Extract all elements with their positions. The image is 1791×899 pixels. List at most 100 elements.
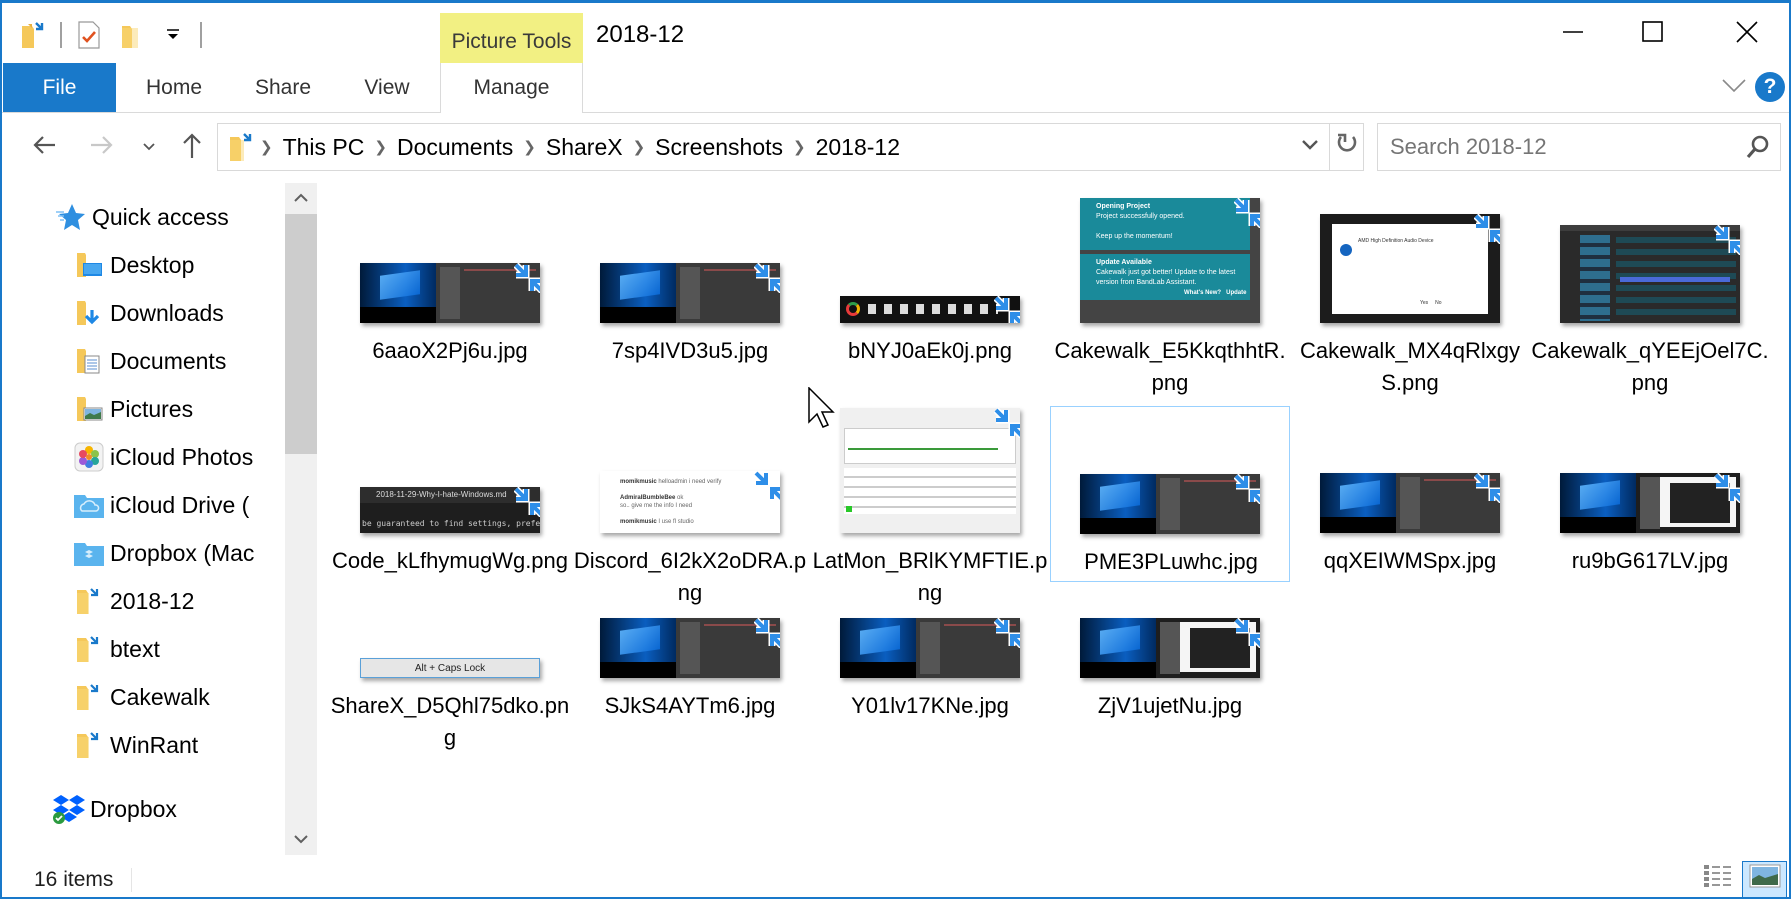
- file-list-large-icons: 6aaoX2Pj6u.jpg 7sp4IVD3u5.jpg bNYJ0aEk0j…: [320, 175, 1791, 855]
- sidebar-item-dropbox[interactable]: Dropbox: [52, 787, 285, 831]
- file-item[interactable]: Cakewalk_qYEEjOel7C.png: [1530, 175, 1770, 405]
- breadcrumb-this-pc[interactable]: This PC: [277, 134, 371, 161]
- file-name: ru9bG617LV.jpg: [1571, 548, 1729, 573]
- help-button[interactable]: ?: [1755, 72, 1785, 102]
- back-button[interactable]: [26, 129, 62, 165]
- thumbnail-image: [840, 296, 1020, 323]
- scrollbar-thumb[interactable]: [285, 214, 317, 454]
- sidebar-item-btext[interactable]: btext: [72, 627, 285, 671]
- scroll-up-button[interactable]: [285, 183, 317, 213]
- thumbnail-image: [600, 263, 780, 323]
- file-item[interactable]: Alt + Caps Lock ShareX_D5Qhl75dko.png: [330, 555, 570, 760]
- thumbnail-text: momikmusic: [620, 519, 657, 525]
- file-name: SJkS4AYTm6.jpg: [604, 693, 776, 718]
- file-item[interactable]: bNYJ0aEk0j.png: [810, 175, 1050, 405]
- sidebar-label: 2018-12: [110, 587, 195, 614]
- file-item[interactable]: SJkS4AYTm6.jpg: [570, 555, 810, 760]
- breadcrumb-2018-12[interactable]: 2018-12: [810, 134, 906, 161]
- mouse-pointer-icon: [808, 386, 836, 434]
- tab-file[interactable]: File: [3, 63, 116, 112]
- sidebar-label: Dropbox (Mac: [110, 539, 255, 566]
- thumbnail-image: [360, 263, 540, 323]
- file-item[interactable]: Opening Project Project successfully open…: [1050, 175, 1290, 405]
- status-bar: 16 items: [2, 860, 1789, 899]
- thumbnail-text: Opening Project: [1096, 203, 1151, 210]
- pictures-folder-icon: [72, 392, 106, 426]
- navigation-pane: Quick access Desktop Downloads Documents…: [2, 183, 285, 855]
- sidebar-item-icloud-drive[interactable]: iCloud Drive (: [72, 483, 285, 527]
- details-view-button[interactable]: [1698, 861, 1738, 898]
- documents-folder-icon: [72, 344, 106, 378]
- close-button[interactable]: [1718, 11, 1776, 57]
- tab-view[interactable]: View: [344, 63, 430, 112]
- sidebar-item-winrant[interactable]: WinRant: [72, 723, 285, 767]
- breadcrumb-separator-icon[interactable]: ❯: [789, 138, 810, 156]
- file-name: bNYJ0aEk0j.png: [848, 338, 1012, 363]
- forward-button[interactable]: [84, 129, 120, 165]
- breadcrumb-sharex[interactable]: ShareX: [540, 134, 629, 161]
- thumbnail-image: Opening Project Project successfully open…: [1080, 198, 1260, 323]
- navigation-pane-scrollbar[interactable]: [285, 183, 317, 855]
- shortcut-overlay-icon: [754, 471, 780, 501]
- tab-home[interactable]: Home: [126, 63, 222, 112]
- expand-ribbon-button[interactable]: [1719, 73, 1749, 103]
- refresh-button[interactable]: [1330, 123, 1364, 171]
- tab-manage[interactable]: Manage: [440, 63, 583, 113]
- large-icons-view-button[interactable]: [1742, 861, 1787, 898]
- breadcrumb-separator-icon[interactable]: ❯: [370, 138, 391, 156]
- scroll-down-button[interactable]: [285, 825, 317, 855]
- address-bar[interactable]: ❯ This PC ❯ Documents ❯ ShareX ❯ Screens…: [217, 123, 1330, 171]
- maximize-button[interactable]: [1624, 11, 1682, 57]
- customize-dropdown-icon[interactable]: [156, 18, 190, 52]
- new-folder-icon[interactable]: [114, 18, 148, 52]
- back-arrow-icon: [32, 135, 56, 160]
- tab-share[interactable]: Share: [242, 63, 324, 112]
- details-view-icon: [1703, 863, 1733, 896]
- file-item[interactable]: 6aaoX2Pj6u.jpg: [330, 175, 570, 405]
- breadcrumb-separator-icon[interactable]: ❯: [629, 138, 650, 156]
- file-item[interactable]: AMD High Definition Audio Device Yes No C…: [1290, 175, 1530, 405]
- sidebar-item-icloud-photos[interactable]: iCloud Photos: [72, 435, 285, 479]
- thumbnail-text: Alt + Caps Lock: [414, 662, 486, 674]
- folder-icon: [226, 131, 256, 163]
- checkmark-document-icon[interactable]: [72, 18, 106, 52]
- sidebar-item-cakewalk[interactable]: Cakewalk: [72, 675, 285, 719]
- sidebar-item-quick-access[interactable]: Quick access: [54, 195, 285, 239]
- sidebar-item-2018-12[interactable]: 2018-12: [72, 579, 285, 623]
- sidebar-item-downloads[interactable]: Downloads: [72, 291, 285, 335]
- sidebar-item-documents[interactable]: Documents: [72, 339, 285, 383]
- search-icon[interactable]: [1746, 134, 1770, 165]
- breadcrumb-documents[interactable]: Documents: [391, 134, 519, 161]
- downloads-folder-icon: [72, 296, 106, 330]
- recent-locations-button[interactable]: [134, 129, 164, 165]
- file-item[interactable]: 7sp4IVD3u5.jpg: [570, 175, 810, 405]
- file-item[interactable]: Y01lv17KNe.jpg: [810, 555, 1050, 760]
- search-input[interactable]: [1390, 134, 1730, 160]
- folder-icon: [72, 632, 106, 666]
- file-item[interactable]: qqXEIWMSpx.jpg: [1290, 405, 1530, 615]
- sidebar-item-dropbox-folder[interactable]: Dropbox (Mac: [72, 531, 285, 575]
- thumbnail-text: Cakewalk just got better! Update to the …: [1096, 269, 1236, 286]
- search-box[interactable]: [1377, 123, 1781, 171]
- folder-icon: [72, 584, 106, 618]
- shortcut-overlay-icon: [1714, 473, 1740, 503]
- file-item[interactable]: ru9bG617LV.jpg: [1530, 405, 1770, 615]
- thumbnail-image: [1560, 473, 1740, 533]
- properties-icon[interactable]: [16, 18, 50, 52]
- sidebar-label: Desktop: [110, 251, 195, 278]
- up-arrow-icon: [182, 132, 202, 163]
- shortcut-overlay-icon: [994, 408, 1020, 438]
- breadcrumb-separator-icon[interactable]: ❯: [519, 138, 540, 156]
- sidebar-item-pictures[interactable]: Pictures: [72, 387, 285, 431]
- shortcut-overlay-icon: [754, 263, 780, 293]
- up-button[interactable]: [174, 129, 210, 165]
- minimize-button[interactable]: [1544, 11, 1602, 57]
- chevron-down-icon: [1722, 78, 1746, 98]
- file-item[interactable]: ZjV1ujetNu.jpg: [1050, 555, 1290, 760]
- thumbnail-image: 2018-11-29-Why-I-hate-Windows.md be guar…: [360, 487, 540, 533]
- address-history-dropdown[interactable]: [1295, 132, 1325, 162]
- breadcrumb-screenshots[interactable]: Screenshots: [649, 134, 789, 161]
- thumbnail-text: be guaranteed to find settings, prefere: [362, 519, 540, 528]
- sidebar-item-desktop[interactable]: Desktop: [72, 243, 285, 287]
- sidebar-label: Dropbox: [90, 795, 177, 822]
